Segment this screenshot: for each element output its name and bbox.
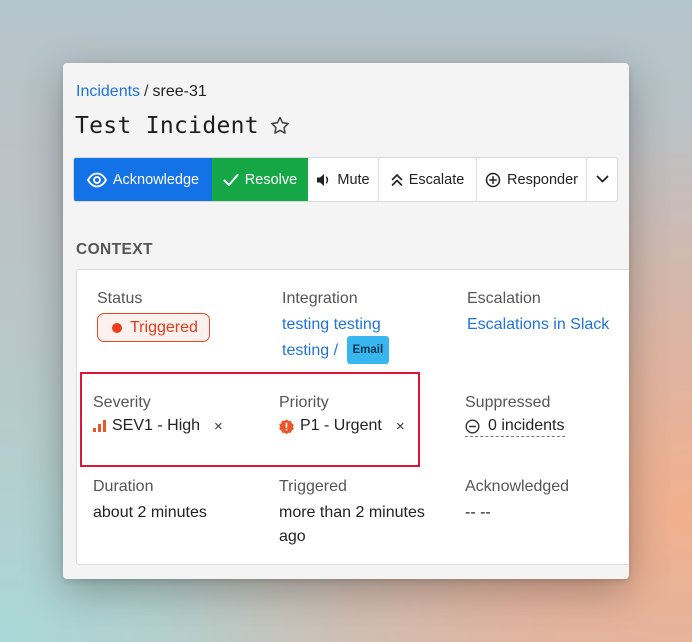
suppressed-label: Suppressed [465,394,551,411]
status-field: Status Triggered [97,290,210,342]
incident-window: Incidents / sree-31 Test Incident Acknowle… [63,63,629,579]
integration-label: Integration [282,290,358,307]
chevron-down-icon [596,175,608,183]
status-dot-icon [112,322,122,333]
suppressed-incidents-link[interactable]: 0 incidents [465,417,565,437]
email-tag: Email [346,336,390,364]
triggered-value-cont: ago [279,528,306,545]
acknowledged-value: -- -- [465,504,491,521]
suppressed-field: Suppressed 0 incidents [465,394,565,437]
integration-link-cont[interactable]: testing [282,342,329,359]
add-responder-button[interactable]: Responder [477,158,587,201]
breadcrumb-incidents-link[interactable]: Incidents [76,83,140,100]
priority-value[interactable]: P1 - Urgent [300,417,382,435]
acknowledged-field: Acknowledged -- -- [465,478,569,525]
resolve-label: Resolve [244,171,298,188]
star-icon[interactable] [269,115,291,137]
priority-label: Priority [279,394,329,411]
priority-remove-icon[interactable]: × [396,418,405,435]
duration-value: about 2 minutes [93,504,207,521]
status-badge[interactable]: Triggered [97,313,210,342]
status-label: Status [97,290,143,307]
mute-button[interactable]: Mute [308,158,379,201]
acknowledge-button[interactable]: Acknowledge [74,158,212,201]
acknowledged-label: Acknowledged [465,478,570,495]
severity-label: Severity [93,394,151,411]
mute-label: Mute [337,171,370,188]
duration-label: Duration [93,478,154,495]
minus-circle-icon [465,418,480,434]
speaker-icon [317,173,329,186]
escalation-link[interactable]: Escalations in Slack [467,316,609,333]
severity-remove-icon[interactable]: × [214,418,223,435]
plus-circle-icon [485,172,501,187]
severity-field: Severity SEV1 - High × [93,394,223,435]
escalate-label: Escalate [408,171,465,188]
escalation-field: Escalation Escalations in Slack [467,290,609,337]
acknowledge-label: Acknowledge [112,171,200,188]
check-icon [223,173,239,186]
suppressed-value: 0 incidents [488,417,565,434]
context-section-label: CONTEXT [76,241,153,258]
resolve-button[interactable]: Resolve [212,158,308,201]
breadcrumb-separator: / [144,83,149,100]
more-actions-dropdown[interactable] [587,158,617,201]
urgent-alert-icon [279,419,294,434]
triggered-label: Triggered [279,478,347,495]
context-card: Status Triggered Integration testing tes… [76,269,629,565]
status-value: Triggered [130,318,198,336]
breadcrumb-current: sree-31 [152,83,207,100]
action-toolbar: Acknowledge Resolve Mute Escalate Respon… [73,157,618,202]
integration-field: Integration testing testing testing / Em… [282,290,390,365]
severity-value[interactable]: SEV1 - High [112,417,200,435]
triggered-field: Triggered more than 2 minutes ago [279,478,425,549]
integration-link[interactable]: testing testing [282,316,381,333]
title-row: Test Incident [75,113,291,139]
page-title: Test Incident [75,113,259,139]
double-chevron-up-icon [391,173,402,186]
triggered-value: more than 2 minutes [279,504,425,521]
eye-icon [86,172,107,187]
responder-label: Responder [507,171,578,188]
breadcrumb: Incidents / sree-31 [76,83,207,101]
duration-field: Duration about 2 minutes [93,478,207,525]
escalation-label: Escalation [467,290,541,307]
integration-separator: / [333,342,339,360]
signal-bars-icon [93,420,106,432]
priority-field: Priority P1 - Urgent × [279,394,405,435]
escalate-button[interactable]: Escalate [379,158,477,201]
